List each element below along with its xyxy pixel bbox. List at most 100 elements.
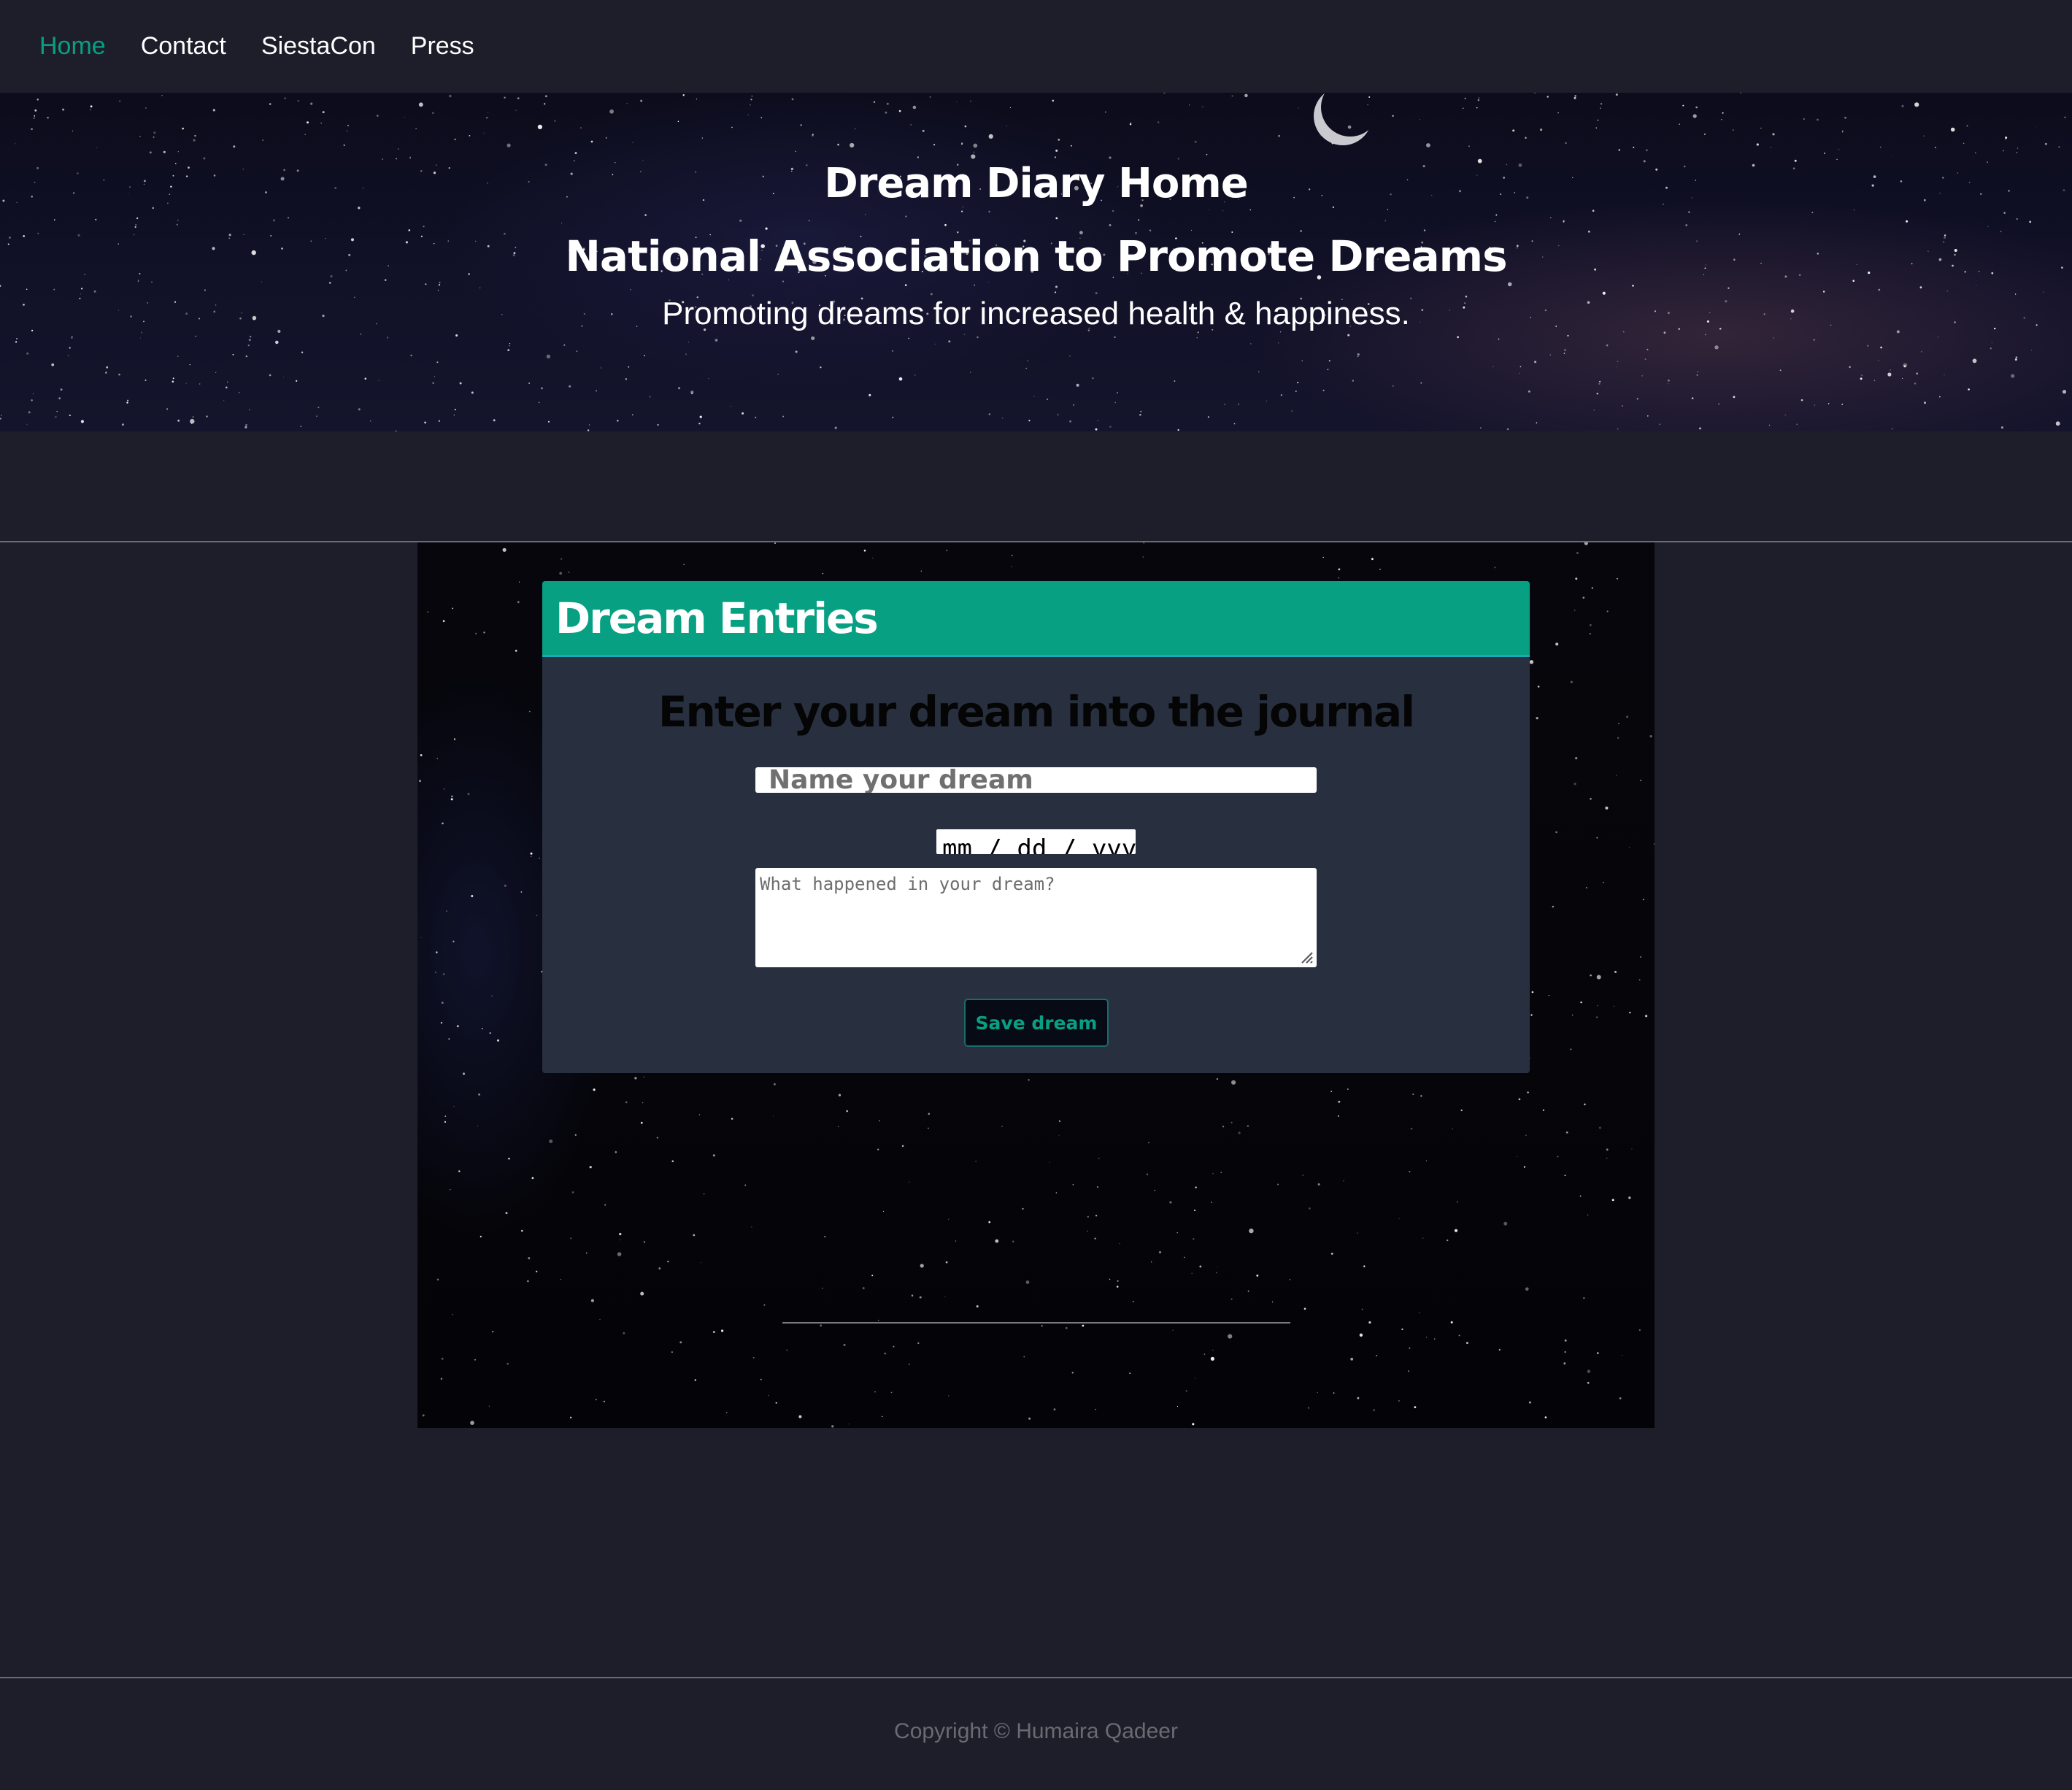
star-dot <box>1639 779 1642 782</box>
star-dot <box>973 151 975 153</box>
star-dot <box>137 280 139 283</box>
star-dot <box>1109 1278 1111 1280</box>
star-dot <box>488 1405 490 1407</box>
star-dot <box>1587 1381 1590 1384</box>
star-dot <box>269 374 271 377</box>
star-dot <box>489 1032 491 1034</box>
star-dot <box>920 570 922 572</box>
star-dot <box>1691 397 1694 399</box>
star-dot <box>1095 1215 1098 1217</box>
star-dot <box>1224 404 1225 405</box>
star-dot <box>752 1356 755 1359</box>
star-dot <box>471 895 474 897</box>
star-dot <box>559 572 563 575</box>
star-dot <box>1919 286 1922 289</box>
star-dot <box>444 1121 447 1123</box>
star-dot <box>1631 1148 1633 1150</box>
star-dot <box>1718 403 1720 405</box>
nav-press-link[interactable]: Press <box>411 32 474 61</box>
star-dot <box>432 112 434 114</box>
star-dot <box>1617 361 1619 363</box>
star-dot <box>973 143 978 148</box>
star-dot <box>1096 1186 1098 1188</box>
star-dot <box>1277 342 1279 344</box>
star-dot <box>223 400 225 402</box>
nav-siestacon-link[interactable]: SiestaCon <box>261 32 376 61</box>
nav-contact-link[interactable]: Contact <box>141 32 226 61</box>
card-header: Dream Entries <box>542 581 1530 657</box>
dream-date-input[interactable]: mm / dd / yyyy <box>936 829 1136 854</box>
nav-home-link[interactable]: Home <box>39 32 106 61</box>
star-dot <box>1813 339 1815 341</box>
star-dot <box>955 1240 957 1242</box>
star-dot <box>820 366 822 369</box>
star-dot <box>892 416 894 418</box>
star-dot <box>1597 119 1599 121</box>
star-dot <box>2043 291 2044 293</box>
star-dot <box>1176 1405 1178 1407</box>
star-dot <box>1195 1186 1197 1188</box>
dream-description-textarea[interactable] <box>755 868 1317 967</box>
star-dot <box>1647 348 1649 350</box>
star-dot <box>1479 427 1482 429</box>
star-dot <box>1203 1353 1206 1355</box>
star-dot <box>1563 1362 1566 1365</box>
star-dot <box>505 1212 508 1215</box>
star-dot <box>343 144 345 146</box>
star-dot <box>1409 1347 1411 1349</box>
star-dot <box>1420 382 1422 384</box>
star-dot <box>1647 415 1649 417</box>
star-dot <box>1130 122 1132 124</box>
star-dot <box>1498 338 1500 340</box>
star-dot <box>1338 568 1341 571</box>
star-dot <box>1414 1406 1417 1408</box>
star-dot <box>1619 1397 1622 1399</box>
star-dot <box>520 891 523 893</box>
star-dot <box>1547 96 1549 98</box>
star-dot <box>822 1287 823 1289</box>
star-dot <box>1636 398 1638 400</box>
star-dot <box>1616 775 1617 776</box>
dream-entry-card: Dream Entries Enter your dream into the … <box>542 581 1530 1073</box>
dream-name-input[interactable] <box>755 767 1317 793</box>
star-dot <box>1518 1098 1521 1101</box>
star-dot <box>492 1331 494 1333</box>
star-dot <box>1302 1175 1304 1176</box>
star-dot <box>596 1399 597 1401</box>
star-dot <box>701 137 704 139</box>
save-dream-button[interactable]: Save dream <box>964 999 1109 1047</box>
star-dot <box>1412 1094 1414 1095</box>
resize-grip-icon[interactable] <box>1299 950 1314 964</box>
star-dot <box>1564 1351 1566 1353</box>
star-dot <box>912 105 917 110</box>
star-dot <box>632 414 633 415</box>
star-dot <box>1682 104 1684 107</box>
star-dot <box>1653 843 1655 845</box>
star-dot <box>1058 139 1060 141</box>
star-dot <box>1238 1132 1241 1134</box>
star-dot <box>1549 354 1552 356</box>
star-dot <box>192 416 194 418</box>
star-dot <box>2044 142 2047 145</box>
star-dot <box>1695 106 1698 109</box>
star-dot <box>574 152 577 155</box>
star-dot <box>1668 379 1670 382</box>
star-dot <box>453 1106 455 1107</box>
star-dot <box>1527 1091 1529 1094</box>
star-dot <box>410 354 412 357</box>
star-dot <box>455 334 458 337</box>
star-dot <box>1322 556 1324 558</box>
star-dot <box>1159 1251 1161 1253</box>
star-dot <box>96 147 98 148</box>
star-dot <box>536 1270 538 1272</box>
star-dot <box>1503 1221 1508 1226</box>
star-dot <box>1333 1392 1335 1394</box>
dream-entries-title: Dream Entries <box>555 593 879 643</box>
star-dot <box>322 111 325 114</box>
star-dot <box>409 156 411 158</box>
star-dot <box>1506 428 1509 431</box>
star-dot <box>772 1115 774 1116</box>
star-dot <box>517 601 520 604</box>
star-dot <box>509 343 511 345</box>
star-dot <box>1639 1329 1641 1331</box>
